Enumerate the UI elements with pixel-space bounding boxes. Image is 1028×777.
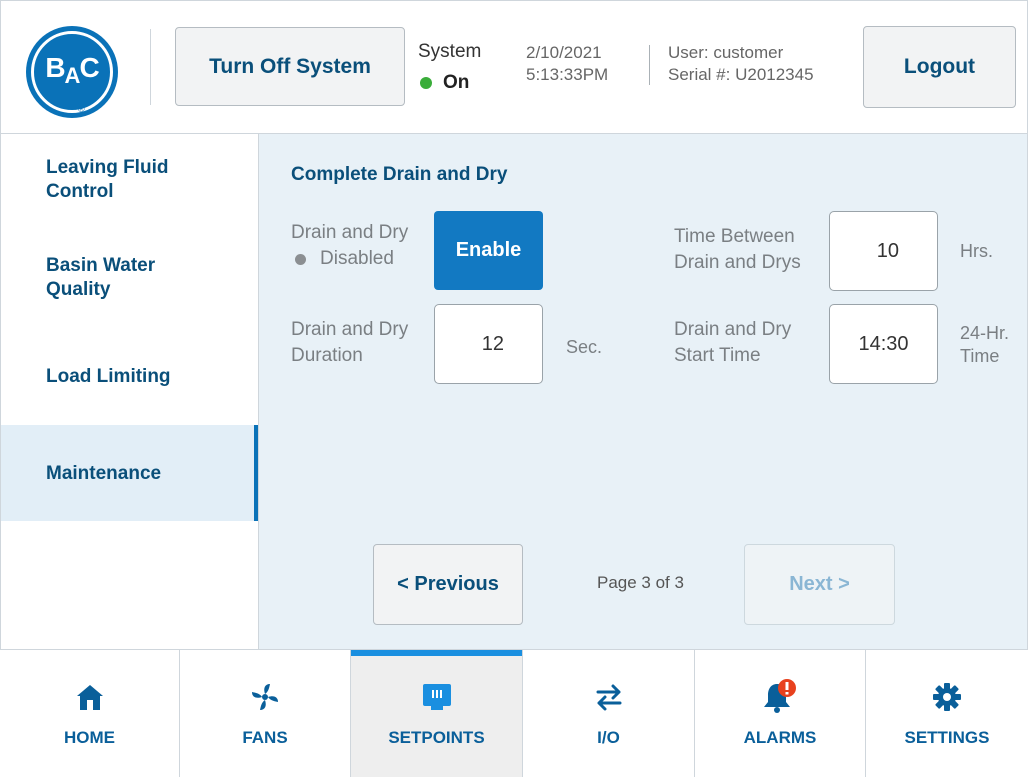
start-time-unit-line1: 24-Hr. xyxy=(960,323,1010,343)
serial-text: Serial #: U2012345 xyxy=(668,65,814,84)
time-between-label-line2: Drain and Drys xyxy=(674,252,801,273)
status-dot-icon xyxy=(420,77,432,89)
header-divider-2 xyxy=(649,45,650,85)
tab-settings[interactable]: SETTINGS xyxy=(866,650,1028,777)
tab-fans[interactable]: FANS xyxy=(180,650,351,777)
sidebar-item-maintenance[interactable]: Maintenance xyxy=(1,425,259,521)
main-content: Complete Drain and Dry Drain and Dry Dis… xyxy=(259,134,1028,649)
sidebar-item-label: Basin Water xyxy=(46,255,156,276)
sidebar-item-basin-water-quality[interactable]: Basin Water Quality xyxy=(1,254,259,302)
start-time-field[interactable]: 14:30 xyxy=(829,304,938,384)
tab-label: HOME xyxy=(64,728,115,747)
tab-home[interactable]: HOME xyxy=(0,650,180,777)
sidebar-item-label: Maintenance xyxy=(46,463,162,484)
drain-dry-status: Disabled xyxy=(291,246,408,272)
drain-dry-label: Drain and Dry Disabled xyxy=(291,220,408,272)
enable-button[interactable]: Enable xyxy=(434,211,543,290)
tab-label: FANS xyxy=(242,728,288,747)
start-time-unit: 24-Hr. Time xyxy=(960,322,1009,368)
system-label: System xyxy=(418,41,482,62)
start-time-label-line2: Start Time xyxy=(674,345,761,366)
fan-icon xyxy=(249,680,281,714)
bac-logo: BAC ® xyxy=(26,26,118,118)
duration-label-line2: Duration xyxy=(291,345,363,366)
setpoints-icon xyxy=(421,680,453,714)
sidebar: Leaving Fluid Control Basin Water Qualit… xyxy=(0,134,259,649)
section-title: Complete Drain and Dry xyxy=(291,164,508,185)
drain-dry-label-text: Drain and Dry xyxy=(291,222,409,243)
start-time-unit-line2: Time xyxy=(960,346,1000,366)
sidebar-item-label: Quality xyxy=(46,279,111,300)
time-between-label: Time Between Drain and Drys xyxy=(674,224,801,276)
logout-button[interactable]: Logout xyxy=(863,26,1016,108)
active-tab-indicator xyxy=(351,650,522,656)
gear-icon xyxy=(931,680,963,714)
page-indicator: Page 3 of 3 xyxy=(597,573,684,592)
turn-off-system-button[interactable]: Turn Off System xyxy=(175,27,405,106)
time-text: 5:13:33PM xyxy=(526,65,609,84)
sidebar-item-label: Control xyxy=(46,181,114,202)
system-status-text: On xyxy=(443,72,470,93)
tab-label: SETPOINTS xyxy=(388,728,485,747)
bottom-nav: HOME FANS SETPOINTS I/O ALARMS SETTINGS xyxy=(0,649,1028,777)
tab-label: ALARMS xyxy=(743,728,817,747)
start-time-label: Drain and Dry Start Time xyxy=(674,317,791,369)
header-divider xyxy=(150,29,151,105)
time-between-unit: Hrs. xyxy=(960,241,993,261)
user-info: User: customer Serial #: U2012345 xyxy=(668,42,814,86)
time-between-field[interactable]: 10 xyxy=(829,211,938,291)
datetime: 2/10/2021 5:13:33PM xyxy=(526,42,608,86)
sidebar-item-label: Leaving Fluid xyxy=(46,157,169,178)
duration-unit: Sec. xyxy=(566,337,603,357)
tab-label: SETTINGS xyxy=(904,728,990,747)
tab-io[interactable]: I/O xyxy=(523,650,695,777)
sidebar-item-leaving-fluid-control[interactable]: Leaving Fluid Control xyxy=(1,156,259,204)
alarm-bell-icon xyxy=(760,679,800,714)
start-time-label-line1: Drain and Dry xyxy=(674,319,792,340)
system-status: On xyxy=(420,72,469,94)
tab-setpoints[interactable]: SETPOINTS xyxy=(351,650,523,777)
status-dot-icon xyxy=(295,253,306,265)
date-text: 2/10/2021 xyxy=(526,43,602,62)
tab-label: I/O xyxy=(597,728,620,747)
duration-label: Drain and Dry Duration xyxy=(291,317,408,369)
header: BAC ® Turn Off System System On 2/10/202… xyxy=(0,0,1028,134)
io-arrows-icon xyxy=(593,680,625,714)
logo-text: BAC xyxy=(45,52,99,88)
home-icon xyxy=(75,680,105,714)
drain-dry-status-text: Disabled xyxy=(320,248,394,269)
sidebar-item-load-limiting[interactable]: Load Limiting xyxy=(1,365,259,389)
previous-button[interactable]: < Previous xyxy=(373,544,523,625)
duration-label-line1: Drain and Dry xyxy=(291,319,409,340)
duration-field[interactable]: 12 xyxy=(434,304,543,384)
next-button[interactable]: Next > xyxy=(744,544,895,625)
tab-alarms[interactable]: ALARMS xyxy=(695,650,866,777)
sidebar-item-label: Load Limiting xyxy=(46,366,171,387)
user-text: User: customer xyxy=(668,43,784,62)
time-between-label-line1: Time Between xyxy=(674,226,795,247)
